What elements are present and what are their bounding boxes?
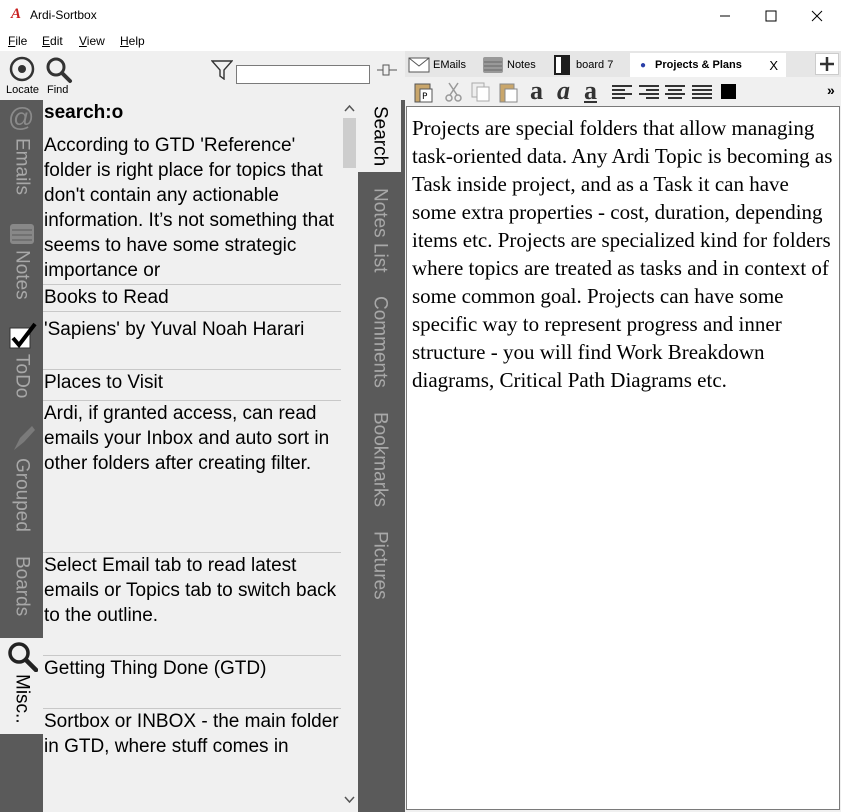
align-center-icon [665, 85, 685, 99]
close-button[interactable] [794, 0, 840, 31]
checkbox-icon [9, 322, 37, 349]
magnifier-icon [46, 57, 72, 83]
menu-help[interactable]: Help [120, 34, 145, 48]
tab-emails-doc[interactable]: EMails [406, 53, 478, 77]
bold-icon: a [530, 76, 543, 105]
tab-projects-plans[interactable]: ● Projects & Plans X [630, 53, 786, 77]
tab-emails[interactable]: @ Emails [0, 100, 43, 220]
menu-file[interactable]: File [8, 34, 27, 48]
plus-icon [820, 57, 834, 71]
justify-icon [692, 85, 712, 99]
tab-bookmarks[interactable]: Bookmarks [358, 405, 401, 515]
list-item[interactable]: Ardi, if granted access, can read emails… [43, 401, 341, 553]
close-icon [811, 10, 823, 21]
find-label: Find [47, 84, 69, 96]
clipboard-icon: P [414, 83, 433, 103]
list-item[interactable]: Getting Thing Done (GTD) [43, 656, 341, 709]
tab-notes-doc[interactable]: Notes [480, 53, 550, 77]
underline-icon: a [584, 76, 597, 105]
locate-label: Locate [6, 84, 40, 96]
list-item[interactable]: Sortbox or INBOX - the main folder in GT… [43, 709, 341, 812]
scissors-icon [445, 82, 462, 102]
at-icon: @ [8, 102, 35, 132]
note-editor[interactable]: Projects are special folders that allow … [406, 106, 840, 810]
list-header: search:o [44, 102, 124, 123]
text-color-button[interactable] [721, 84, 736, 99]
dot-icon: ● [640, 59, 647, 71]
more-tools-button[interactable]: » [827, 82, 835, 98]
paste-button[interactable] [497, 81, 519, 108]
marker-icon [14, 426, 35, 450]
magnifier-icon [8, 642, 38, 672]
list-item[interactable]: Select Email tab to read latest emails o… [43, 553, 341, 656]
align-left-icon [612, 85, 632, 99]
filter-slider-icon[interactable] [377, 63, 397, 81]
align-right-icon [639, 85, 659, 99]
copy-button[interactable] [470, 81, 492, 108]
view-tab-bar: Search Notes List Comments Bookmarks Pic… [358, 100, 401, 812]
scroll-thumb[interactable] [343, 118, 356, 168]
app-logo-icon: A [11, 6, 22, 22]
scroll-down-icon[interactable] [344, 796, 355, 804]
tab-notes-list[interactable]: Notes List [358, 180, 401, 280]
paste-special-button[interactable]: P [412, 81, 434, 108]
board-icon [554, 55, 570, 75]
list-item[interactable]: Books to Read [43, 285, 341, 312]
close-tab-button[interactable]: X [769, 58, 778, 73]
notes-icon [483, 57, 503, 73]
list-item[interactable]: 'Sapiens' by Yuval Noah Harari [43, 317, 341, 370]
tab-misc[interactable]: Misc.. [0, 638, 43, 734]
minimize-button[interactable] [702, 0, 748, 31]
align-left-button[interactable] [611, 84, 633, 105]
copy-icon [471, 82, 490, 102]
italic-icon: a [557, 76, 570, 105]
list-item[interactable]: According to GTD 'Reference' folder is r… [43, 133, 341, 285]
locate-button[interactable] [9, 56, 35, 87]
filter-icon[interactable] [210, 60, 234, 85]
tab-board-7[interactable]: board 7 [552, 53, 628, 77]
search-results-list: search:o According to GTD 'Reference' fo… [43, 100, 341, 812]
notes-icon [10, 224, 34, 244]
paste-icon [499, 83, 518, 103]
tab-boards[interactable]: Boards [0, 552, 43, 632]
cut-button[interactable] [443, 81, 465, 108]
tab-todo[interactable]: ToDo [0, 322, 43, 412]
tab-notes[interactable]: Notes [0, 218, 43, 308]
note-text: Projects are special folders that allow … [412, 116, 833, 392]
maximize-icon [765, 10, 777, 21]
filter-input[interactable] [236, 65, 370, 84]
align-right-button[interactable] [638, 84, 660, 105]
tab-pictures[interactable]: Pictures [358, 525, 401, 605]
scroll-up-icon[interactable] [344, 104, 355, 112]
envelope-icon [408, 57, 430, 73]
tab-grouped[interactable]: Grouped [0, 422, 43, 542]
new-tab-button[interactable] [815, 53, 839, 75]
menu-edit[interactable]: Edit [42, 34, 63, 48]
underline-button[interactable]: a [584, 76, 597, 105]
tab-search[interactable]: Search [358, 100, 401, 172]
list-item[interactable]: Places to Visit [43, 370, 341, 401]
justify-button[interactable] [691, 84, 713, 105]
align-center-button[interactable] [664, 84, 686, 105]
menu-view[interactable]: View [79, 34, 105, 48]
locate-icon [9, 56, 35, 82]
tab-comments[interactable]: Comments [358, 290, 401, 394]
left-tab-bar: @ Emails Notes ToDo Grouped Boards Misc.… [0, 100, 43, 812]
italic-button[interactable]: a [557, 76, 570, 105]
bold-button[interactable]: a [530, 76, 543, 105]
minimize-icon [720, 15, 730, 16]
maximize-button[interactable] [748, 0, 794, 31]
svg-text:P: P [422, 92, 428, 102]
window-title: Ardi-Sortbox [30, 8, 97, 22]
pane-divider[interactable] [401, 100, 405, 812]
list-scrollbar[interactable] [341, 100, 358, 812]
